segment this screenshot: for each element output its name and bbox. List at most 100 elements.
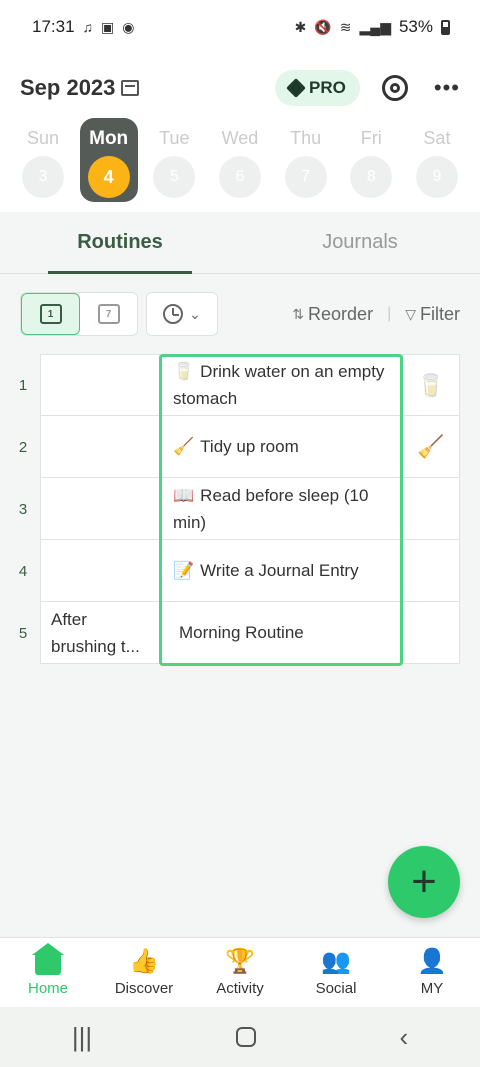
status-time: 17:31 [32,17,75,36]
row-number: 1 [18,376,28,394]
reorder-button[interactable]: ⇅ Reorder [292,304,373,325]
task-cell[interactable]: Morning Routine [160,601,402,664]
nav-label: Home [27,980,68,997]
nav-label: MY [420,980,444,997]
status-cell[interactable] [402,539,460,602]
tab-bar: Routines Journals [0,212,480,274]
signal-icon: ▂▄▆ [359,18,391,35]
task-cell[interactable]: 📖 Read before sleep (10 min) [160,477,402,540]
image-icon: ▣ [101,18,115,35]
calendar-icon[interactable] [121,80,140,96]
routine-grid: 1 🥛 Drink water on an empty stomach 🥛 2 🧹… [19,354,460,666]
water-glass-icon: 🥛 [173,362,195,381]
home-button-icon[interactable] [235,1027,256,1047]
filter-label: Filter [420,303,460,324]
task-cell[interactable]: 🧹 Tidy up room [160,415,402,478]
target-icon[interactable] [381,75,408,101]
day-number: 7 [284,156,327,198]
filter-button[interactable]: ▽ Filter [405,304,460,325]
status-bar: 17:31 ♫ ▣ ◉ ✱ 🔇 ≋ ▂▄▆ 53% [0,0,480,54]
nav-my[interactable]: 👤 MY [384,938,480,1007]
day-sat[interactable]: Sat 9 [406,118,468,202]
recent-apps-icon[interactable]: ||| [72,1022,92,1053]
thumbs-up-icon: 👍 [129,947,159,975]
sort-icon: ⇅ [292,305,305,322]
task-cell[interactable]: 📝 Write a Journal Entry [160,539,402,602]
status-cell[interactable]: 🧹 [402,415,460,478]
app-header: Sep 2023 PRO ••• [20,68,460,108]
task-label: Tidy up room [200,437,299,456]
day-thu[interactable]: Thu 7 [275,118,337,202]
nav-social[interactable]: 👥 Social [288,938,384,1007]
nav-label: Discover [114,980,174,997]
filter-icon: ▽ [405,305,416,322]
day-wed[interactable]: Wed 6 [209,118,271,202]
day-tue[interactable]: Tue 5 [143,118,205,202]
status-cell[interactable]: 🥛 [402,354,460,416]
nav-activity[interactable]: 🏆 Activity [192,938,288,1007]
day-name: Sun [26,128,60,148]
tab-journals[interactable]: Journals [240,212,480,273]
nav-discover[interactable]: 👍 Discover [96,938,192,1007]
trophy-icon: 🏆 [225,947,255,975]
table-row: 1 🥛 Drink water on an empty stomach 🥛 [19,354,460,416]
time-filter-button[interactable]: ⌄ [146,292,218,336]
cue-cell[interactable] [40,539,160,602]
day-number: 6 [218,156,261,198]
water-glass-icon: 🥛 [417,372,445,398]
row-number: 3 [18,500,28,518]
task-label: Drink water on an empty stomach [173,362,385,408]
day-name: Wed [221,128,259,148]
day-sun[interactable]: Sun 3 [12,118,74,202]
task-label: Read before sleep (10 min) [173,485,369,532]
more-icon[interactable]: ••• [434,77,460,99]
memo-icon: 📝 [173,561,195,580]
book-icon: 📖 [173,485,195,505]
pro-button[interactable]: PRO [275,70,360,106]
chevron-down-icon: ⌄ [189,305,201,322]
task-cell[interactable]: 🥛 Drink water on an empty stomach [160,354,402,416]
day-calendar-icon: 1 [39,304,62,324]
day-number: 4 [87,156,130,198]
task-label: Morning Routine [179,623,304,642]
week-view-button[interactable]: 7 [80,293,137,335]
cue-cell[interactable]: After brushing t... [40,601,160,664]
table-row: 2 🧹 Tidy up room 🧹 [19,415,460,478]
row-number: 4 [18,562,28,580]
month-title[interactable]: Sep 2023 [20,75,115,101]
status-cell[interactable] [402,601,460,664]
nav-home[interactable]: Home [0,938,96,1007]
day-number: 9 [415,156,458,198]
table-row: 3 📖 Read before sleep (10 min) [19,477,460,540]
broom-icon: 🧹 [417,434,445,459]
day-fri[interactable]: Fri 8 [340,118,402,202]
status-cell[interactable] [402,477,460,540]
mute-icon: 🔇 [314,18,332,35]
wifi-icon: ≋ [339,18,352,35]
day-number: 8 [350,156,393,198]
day-mon[interactable]: Mon 4 [79,118,138,202]
add-routine-button[interactable]: + [388,846,460,918]
people-icon: 👥 [321,947,351,975]
cue-cell[interactable] [40,354,160,416]
top-panel: Sep 2023 PRO ••• Sun 3 Mon 4 Tue 5 Wed 6… [0,54,480,212]
toolbar: 1 7 ⌄ ⇅ Reorder | ▽ Filter [20,292,460,336]
tab-routines[interactable]: Routines [0,212,240,274]
bluetooth-icon: ✱ [294,18,307,35]
row-number: 5 [18,624,28,642]
day-number: 3 [22,156,64,198]
broom-icon: 🧹 [173,437,195,456]
cue-cell[interactable] [40,477,160,540]
sync-icon: ◉ [122,18,135,35]
day-name: Sat [423,128,451,148]
back-icon[interactable]: ‹ [399,1022,408,1053]
nav-label: Social [315,980,357,997]
clock-icon [163,304,184,324]
day-name: Fri [360,128,382,148]
cue-cell[interactable] [40,415,160,478]
day-view-button[interactable]: 1 [21,293,80,335]
bottom-nav: Home 👍 Discover 🏆 Activity 👥 Social 👤 MY [0,937,480,1007]
row-number: 2 [18,438,28,456]
system-nav-bar: ||| ‹ [0,1007,480,1067]
view-toggle: 1 7 [20,292,138,336]
